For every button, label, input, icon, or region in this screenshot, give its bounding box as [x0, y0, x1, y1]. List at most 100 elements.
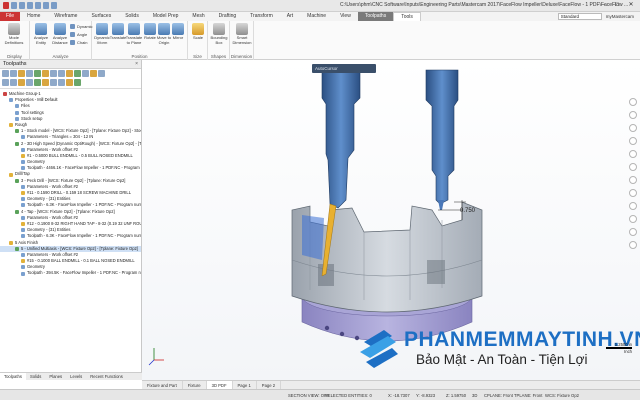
tab-tools[interactable]: Tools	[393, 12, 421, 21]
panel-close-button[interactable]: ×	[135, 60, 138, 69]
lock-icon[interactable]	[82, 70, 89, 77]
tab-machine[interactable]: Machine	[300, 12, 333, 21]
viewsheet-tab-page-1[interactable]: Page 1	[233, 381, 257, 389]
dynamic-button[interactable]: Dynamic	[70, 24, 93, 29]
scale-button[interactable]: Scale	[188, 23, 208, 41]
autocursor-toolbar[interactable]: AutoCursor	[312, 64, 376, 73]
delete-all-icon[interactable]	[74, 70, 81, 77]
tree-item[interactable]: Toolpath - 394.5K - FaceFlow Impeller - …	[0, 270, 141, 276]
maximize-button[interactable]: □	[610, 1, 624, 10]
tab-drafting[interactable]: Drafting	[212, 12, 244, 21]
regenerate-all-icon[interactable]	[18, 70, 25, 77]
x-coordinate: X: -18.7307	[388, 393, 410, 398]
expand-icon[interactable]	[42, 79, 49, 86]
tree-node-icon	[15, 209, 19, 214]
panel-tab-levels[interactable]: Levels	[66, 373, 86, 380]
viewsheet-tab-3d-pdf[interactable]: 3D PDF	[206, 381, 233, 389]
tab-art[interactable]: Art	[280, 12, 300, 21]
help-icon[interactable]	[98, 70, 105, 77]
minimize-button[interactable]: –	[596, 1, 610, 10]
backplot-icon[interactable]	[34, 70, 41, 77]
mode-definitions-button[interactable]: Mode Definitions	[4, 23, 24, 45]
post-selected-icon[interactable]	[58, 70, 65, 77]
graphics-viewport[interactable]: 0.750 AutoCursor PHANMEMMAYTINH.VN Bảo M…	[142, 60, 640, 380]
simulate-icon[interactable]	[50, 70, 57, 77]
view-iso-icon[interactable]	[629, 137, 637, 145]
tree-node-icon	[21, 197, 25, 202]
save-icon[interactable]	[27, 2, 33, 9]
viewsheet-tab-page-2[interactable]: Page 2	[257, 381, 282, 389]
only-selected-icon[interactable]	[58, 79, 65, 86]
section-view-status[interactable]: SECTION VIEW: OFF	[288, 393, 329, 398]
insert-arrow-icon[interactable]	[18, 79, 25, 86]
print-icon[interactable]	[35, 2, 41, 9]
tree-node-icon	[15, 110, 19, 115]
select-all-icon[interactable]	[2, 70, 9, 77]
tab-model-prep[interactable]: Model Prep	[146, 12, 186, 21]
chain-button[interactable]: Chain	[70, 40, 87, 45]
collapse-icon[interactable]	[50, 79, 57, 86]
delete-icon[interactable]	[629, 241, 637, 249]
toolpath-manager-toolbar	[0, 69, 141, 89]
tab-toolpaths[interactable]: Toolpaths	[357, 12, 394, 21]
panel-tab-recent-functions[interactable]: Recent Functions	[86, 373, 127, 380]
toggle-posting-icon[interactable]	[90, 70, 97, 77]
z-coordinate: Z: 1.59750	[446, 393, 467, 398]
regenerate-dirty-icon[interactable]	[26, 70, 33, 77]
open-icon[interactable]	[19, 2, 25, 9]
view-front-icon[interactable]	[629, 111, 637, 119]
angle-icon	[70, 32, 75, 37]
tree-node-icon	[15, 129, 19, 134]
standard-dropdown[interactable]: Standard	[557, 13, 602, 20]
move-down-icon[interactable]	[2, 79, 9, 86]
show-chain-icon[interactable]	[26, 79, 33, 86]
dimension-mode[interactable]: 3D	[472, 393, 477, 398]
group-shapes: Bounding Box Shapes	[208, 21, 230, 60]
undo-icon[interactable]	[43, 2, 49, 9]
view-top-icon[interactable]	[629, 98, 637, 106]
move-up-icon[interactable]	[10, 79, 17, 86]
select-failed-icon[interactable]	[10, 70, 17, 77]
tab-view[interactable]: View	[333, 12, 358, 21]
mirror-button[interactable]: Mirror	[168, 23, 188, 41]
new-icon[interactable]	[11, 2, 17, 9]
analyze-icon[interactable]	[629, 228, 637, 236]
viewsheet-tab-fixture[interactable]: Fixture	[183, 381, 207, 389]
tabs-right-area: Standard myMastercam	[557, 13, 634, 20]
tplane-status[interactable]: TPLANE: Front	[514, 393, 542, 398]
clear-colors-icon[interactable]	[629, 215, 637, 223]
settings-icon[interactable]	[74, 79, 81, 86]
view-right-icon[interactable]	[629, 124, 637, 132]
tab-wireframe[interactable]: Wireframe	[47, 12, 84, 21]
close-button[interactable]: ✕	[624, 1, 638, 10]
tab-transform[interactable]: Transform	[243, 12, 280, 21]
tab-solids[interactable]: Solids	[118, 12, 146, 21]
panel-tab-toolpaths[interactable]: Toolpaths	[0, 373, 26, 380]
zoom-icon[interactable]	[629, 163, 637, 171]
bounding-box-button[interactable]: Bounding Box	[209, 23, 229, 45]
verify-icon[interactable]	[42, 70, 49, 77]
analyze-entity-button[interactable]: Analyze Entity	[31, 23, 51, 45]
unzoom-icon[interactable]	[629, 176, 637, 184]
wcs-status[interactable]: WCS: Fixture Op2	[545, 393, 579, 398]
redo-icon[interactable]	[51, 2, 57, 9]
user-account[interactable]: myMastercam	[606, 14, 634, 19]
tab-home[interactable]: Home	[20, 12, 47, 21]
tab-surfaces[interactable]: Surfaces	[84, 12, 118, 21]
angle-button[interactable]: Angle	[70, 32, 87, 37]
filter-icon[interactable]	[66, 79, 73, 86]
viewsheet-tab-fixture-and-part[interactable]: Fixture and Part	[142, 381, 183, 389]
fit-icon[interactable]	[629, 150, 637, 158]
cplane-status[interactable]: CPLANE: Front	[484, 393, 513, 398]
tab-mesh[interactable]: Mesh	[185, 12, 211, 21]
panel-tab-solids[interactable]: Solids	[26, 373, 45, 380]
wireframe-icon[interactable]	[629, 202, 637, 210]
high-feed-icon[interactable]	[66, 70, 73, 77]
smart-dimension-button[interactable]: Smart Dimension	[232, 23, 252, 45]
quick-access-toolbar[interactable]	[3, 2, 57, 9]
shading-icon[interactable]	[629, 189, 637, 197]
analyze-distance-button[interactable]: Analyze Distance	[50, 23, 70, 45]
tab-file[interactable]: File	[0, 12, 21, 21]
panel-tab-planes[interactable]: Planes	[45, 373, 66, 380]
show-tools-icon[interactable]	[34, 79, 41, 86]
